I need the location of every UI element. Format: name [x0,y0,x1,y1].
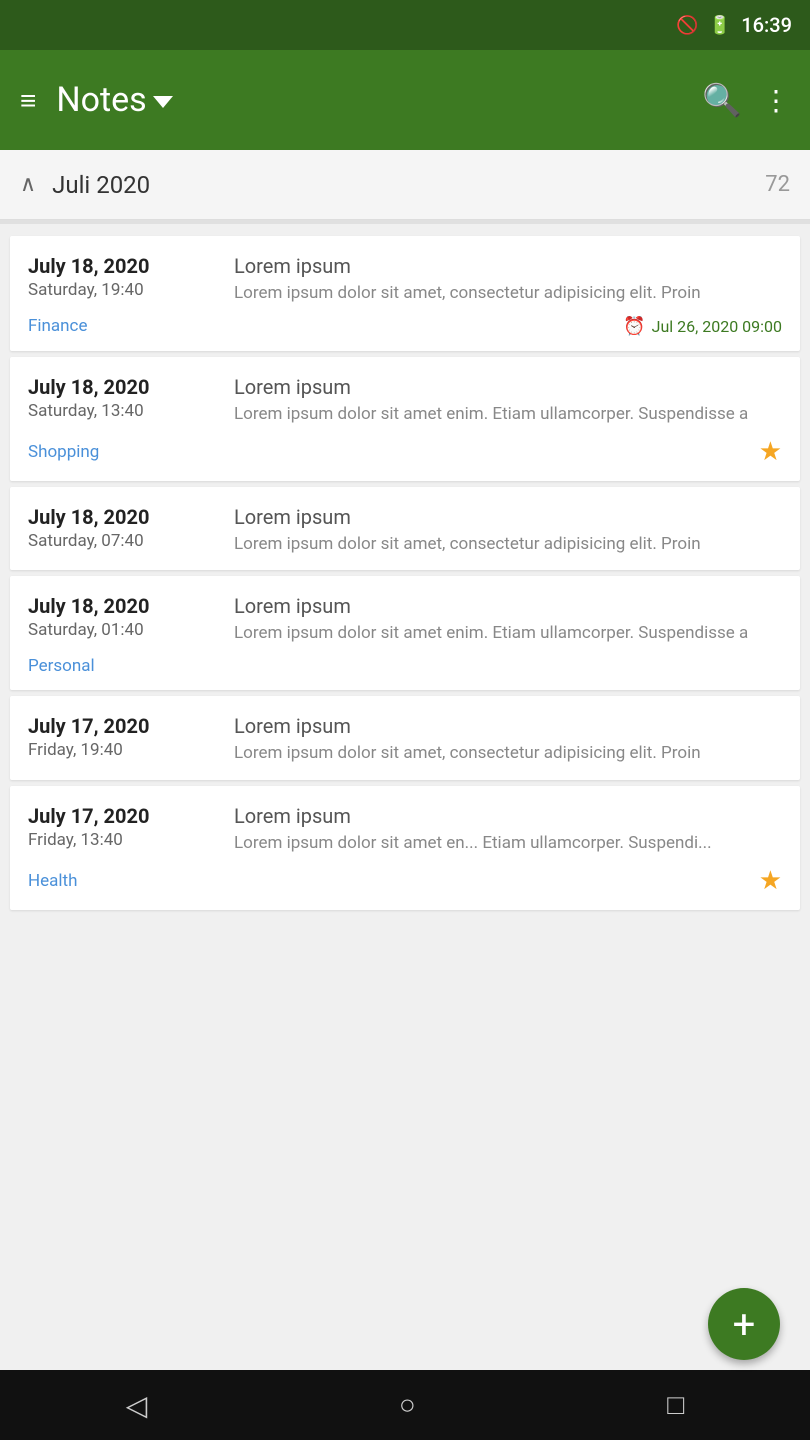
nav-bar: ◁ ○ □ [0,1370,810,1440]
note-footer: Personal [28,656,782,676]
note-content: Lorem ipsum Lorem ipsum dolor sit amet, … [234,254,782,306]
add-note-fab[interactable]: + [708,1288,780,1360]
battery-icon: 🔋 [709,15,731,36]
note-preview: Lorem ipsum dolor sit amet en... Etiam u… [234,832,782,856]
app-bar: ≡ Notes 🔍 ⋮ [0,50,810,150]
note-preview: Lorem ipsum dolor sit amet enim. Etiam u… [234,403,782,427]
month-count: 72 [765,172,790,197]
note-date: July 18, 2020 Saturday, 13:40 [28,375,218,421]
note-date: July 18, 2020 Saturday, 19:40 [28,254,218,300]
note-tag[interactable]: Health [28,871,77,891]
note-card[interactable]: July 18, 2020 Saturday, 13:40 Lorem ipsu… [10,357,800,481]
month-header: ∧ Juli 2020 72 [0,150,810,220]
note-date-sub: Saturday, 19:40 [28,280,218,300]
note-content: Lorem ipsum Lorem ipsum dolor sit amet e… [234,375,782,427]
note-date-main: July 17, 2020 [28,714,218,738]
alarm-icon: ⏰ [623,316,645,337]
note-title: Lorem ipsum [234,375,782,399]
note-footer: Shopping ★ [28,437,782,467]
note-title: Lorem ipsum [234,254,782,278]
note-date-sub: Friday, 19:40 [28,740,218,760]
note-body: July 17, 2020 Friday, 19:40 Lorem ipsum … [28,714,782,766]
note-body: July 17, 2020 Friday, 13:40 Lorem ipsum … [28,804,782,856]
note-title: Lorem ipsum [234,505,782,529]
note-card[interactable]: July 17, 2020 Friday, 13:40 Lorem ipsum … [10,786,800,910]
note-tag[interactable]: Personal [28,656,95,676]
home-button[interactable]: ○ [399,1389,416,1421]
star-icon[interactable]: ★ [759,437,782,467]
app-title: Notes [56,80,702,120]
note-preview: Lorem ipsum dolor sit amet enim. Etiam u… [234,622,782,646]
note-body: July 18, 2020 Saturday, 13:40 Lorem ipsu… [28,375,782,427]
reminder-text: Jul 26, 2020 09:00 [652,317,782,336]
back-button[interactable]: ◁ [126,1389,148,1422]
note-date-main: July 18, 2020 [28,254,218,278]
note-body: July 18, 2020 Saturday, 19:40 Lorem ipsu… [28,254,782,306]
note-date-main: July 18, 2020 [28,375,218,399]
note-content: Lorem ipsum Lorem ipsum dolor sit amet e… [234,594,782,646]
note-preview: Lorem ipsum dolor sit amet, consectetur … [234,742,782,766]
status-time: 16:39 [741,13,792,37]
note-body: July 18, 2020 Saturday, 07:40 Lorem ipsu… [28,505,782,557]
note-date-main: July 18, 2020 [28,505,218,529]
note-date-sub: Friday, 13:40 [28,830,218,850]
note-body: July 18, 2020 Saturday, 01:40 Lorem ipsu… [28,594,782,646]
note-preview: Lorem ipsum dolor sit amet, consectetur … [234,533,782,557]
note-title: Lorem ipsum [234,594,782,618]
status-bar: 🚫 🔋 16:39 [0,0,810,50]
note-date: July 18, 2020 Saturday, 01:40 [28,594,218,640]
note-card[interactable]: July 17, 2020 Friday, 19:40 Lorem ipsum … [10,696,800,780]
note-content: Lorem ipsum Lorem ipsum dolor sit amet, … [234,505,782,557]
note-footer: Health ★ [28,866,782,896]
note-content: Lorem ipsum Lorem ipsum dolor sit amet e… [234,804,782,856]
note-date-sub: Saturday, 13:40 [28,401,218,421]
month-label: Juli 2020 [52,171,765,199]
note-content: Lorem ipsum Lorem ipsum dolor sit amet, … [234,714,782,766]
recent-button[interactable]: □ [667,1389,684,1421]
menu-button[interactable]: ≡ [20,84,36,117]
no-sim-icon: 🚫 [676,15,698,36]
note-card[interactable]: July 18, 2020 Saturday, 19:40 Lorem ipsu… [10,236,800,351]
note-date-sub: Saturday, 01:40 [28,620,218,640]
note-footer: Finance ⏰ Jul 26, 2020 09:00 [28,316,782,337]
search-button[interactable]: 🔍 [702,81,742,119]
note-preview: Lorem ipsum dolor sit amet, consectetur … [234,282,782,306]
more-options-button[interactable]: ⋮ [762,84,790,117]
note-date: July 18, 2020 Saturday, 07:40 [28,505,218,551]
note-date-sub: Saturday, 07:40 [28,531,218,551]
star-icon[interactable]: ★ [759,866,782,896]
note-date-main: July 17, 2020 [28,804,218,828]
note-tag[interactable]: Finance [28,316,87,336]
note-date: July 17, 2020 Friday, 13:40 [28,804,218,850]
title-indicator [153,96,173,108]
notes-list: July 18, 2020 Saturday, 19:40 Lorem ipsu… [0,224,810,922]
note-title: Lorem ipsum [234,714,782,738]
note-reminder: ⏰ Jul 26, 2020 09:00 [623,316,782,337]
note-date-main: July 18, 2020 [28,594,218,618]
note-date: July 17, 2020 Friday, 19:40 [28,714,218,760]
note-card[interactable]: July 18, 2020 Saturday, 01:40 Lorem ipsu… [10,576,800,690]
note-card[interactable]: July 18, 2020 Saturday, 07:40 Lorem ipsu… [10,487,800,571]
note-tag[interactable]: Shopping [28,442,99,462]
collapse-button[interactable]: ∧ [20,172,36,197]
note-title: Lorem ipsum [234,804,782,828]
